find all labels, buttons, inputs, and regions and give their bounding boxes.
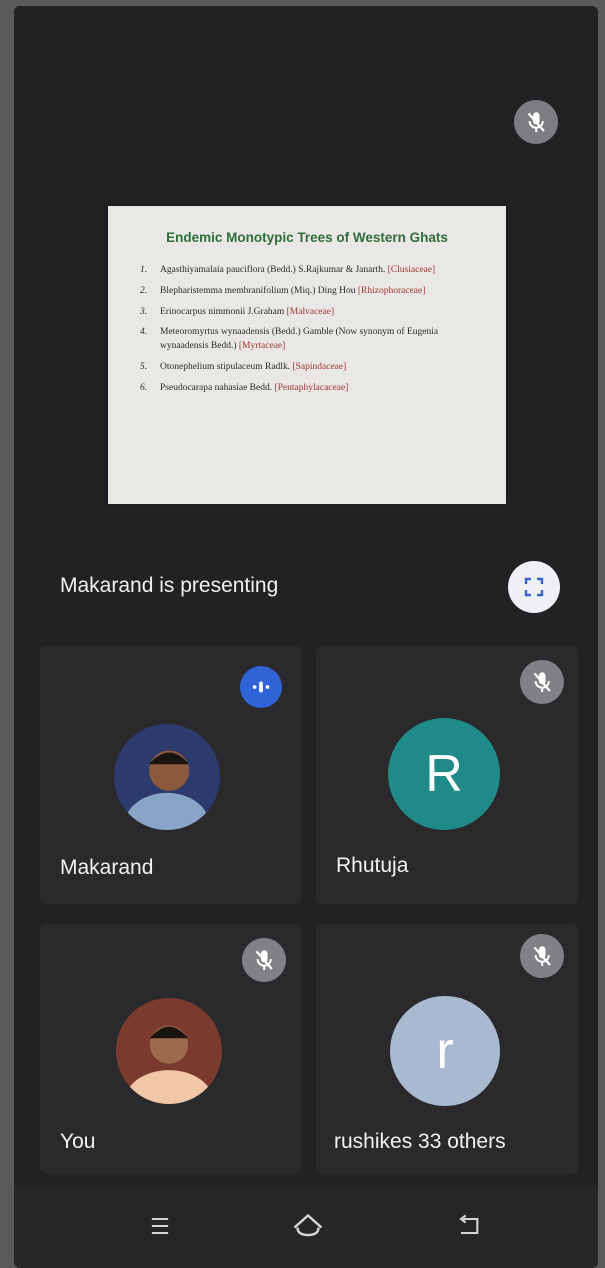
audio-level-icon [252, 681, 270, 693]
mic-off-icon [255, 950, 273, 970]
slide-item-text: Otonephelium stipulaceum Radlk. [160, 361, 291, 372]
person-photo-icon [114, 724, 220, 830]
back-button[interactable] [446, 1204, 490, 1248]
participant-tile[interactable]: Makarand [40, 646, 302, 904]
slide-item: 1. Agasthiyamalaia pauciflora (Bedd.) S.… [140, 264, 485, 278]
slide-item-text: Agasthiyamalaia pauciflora (Bedd.) S.Raj… [160, 265, 386, 275]
participant-tile[interactable]: r rushikes 33 others [316, 924, 578, 1174]
mic-off-indicator [242, 938, 286, 982]
slide-item: 6. Pseudocarapa nahasiae Bedd. [Pentaphy… [140, 382, 485, 396]
speaking-indicator [240, 666, 282, 708]
person-photo-icon [116, 998, 222, 1104]
slide-item-text: Meteoromyrtus wynaadensis (Bedd.) Gamble… [160, 327, 439, 352]
slide-item-number: 5. [140, 361, 148, 372]
avatar [116, 998, 222, 1104]
slide-item: 4. Meteoromyrtus wynaadensis (Bedd.) Gam… [140, 326, 485, 354]
meeting-screen: Endemic Monotypic Trees of Western Ghats… [14, 6, 598, 1186]
slide-item: 2. Blepharistemma membranifolium (Miq.) … [140, 285, 485, 299]
participant-name: rushikes 33 others [334, 1130, 506, 1153]
shared-slide: Endemic Monotypic Trees of Western Ghats… [108, 206, 506, 504]
slide-item-family: [Malvaceae] [286, 306, 335, 317]
slide-item-number: 2. [140, 285, 148, 296]
slide-item-text: Blepharistemma membranifolium (Miq.) Din… [160, 285, 356, 296]
phone-frame: Endemic Monotypic Trees of Western Ghats… [14, 6, 598, 1268]
slide-item-number: 3. [140, 306, 148, 317]
slide-title: Endemic Monotypic Trees of Western Ghats [166, 230, 448, 245]
fullscreen-button[interactable] [508, 561, 560, 613]
presenter-mic-off-icon [514, 100, 558, 144]
presenting-label: Makarand is presenting [60, 574, 279, 597]
participant-name: Rhutuja [336, 854, 409, 877]
avatar [114, 724, 220, 830]
participant-name: You [60, 1130, 96, 1153]
slide-item-family: [Clusiaceae] [387, 265, 436, 275]
mic-off-indicator [520, 934, 564, 978]
recents-button[interactable] [138, 1204, 182, 1248]
avatar-letter: r [390, 996, 500, 1106]
fullscreen-icon [524, 577, 544, 597]
mic-off-icon [533, 946, 551, 966]
recents-icon [151, 1217, 169, 1235]
participant-tile[interactable]: R Rhutuja [316, 646, 578, 904]
home-icon [293, 1213, 323, 1237]
slide-item-text: Pseudocarapa nahasiae Bedd. [160, 382, 273, 393]
slide-item-number: 4. [140, 327, 148, 338]
home-button[interactable] [286, 1204, 330, 1248]
participant-name: Makarand [60, 856, 154, 879]
slide-item-number: 1. [140, 265, 148, 275]
slide-item-family: [Sapindaceae] [292, 361, 347, 372]
slide-list: 1. Agasthiyamalaia pauciflora (Bedd.) S.… [140, 264, 485, 402]
slide-item-family: [Myrtaceae] [238, 341, 286, 352]
system-navbar [14, 1186, 598, 1268]
avatar-letter: R [388, 718, 500, 830]
slide-item: 5. Otonephelium stipulaceum Radlk. [Sapi… [140, 361, 485, 375]
slide-item-family: [Rhizophoraceae] [357, 285, 426, 296]
slide-item-number: 6. [140, 382, 148, 393]
slide-item: 3. Erinocarpus nimmonii J.Graham [Malvac… [140, 306, 485, 320]
slide-item-family: [Pentaphylacaceae] [274, 382, 349, 393]
slide-item-text: Erinocarpus nimmonii J.Graham [160, 306, 285, 317]
back-icon [459, 1214, 479, 1235]
participant-tile[interactable]: You [40, 924, 302, 1174]
mic-off-indicator [520, 660, 564, 704]
mic-off-icon [527, 112, 545, 132]
mic-off-icon [533, 672, 551, 692]
